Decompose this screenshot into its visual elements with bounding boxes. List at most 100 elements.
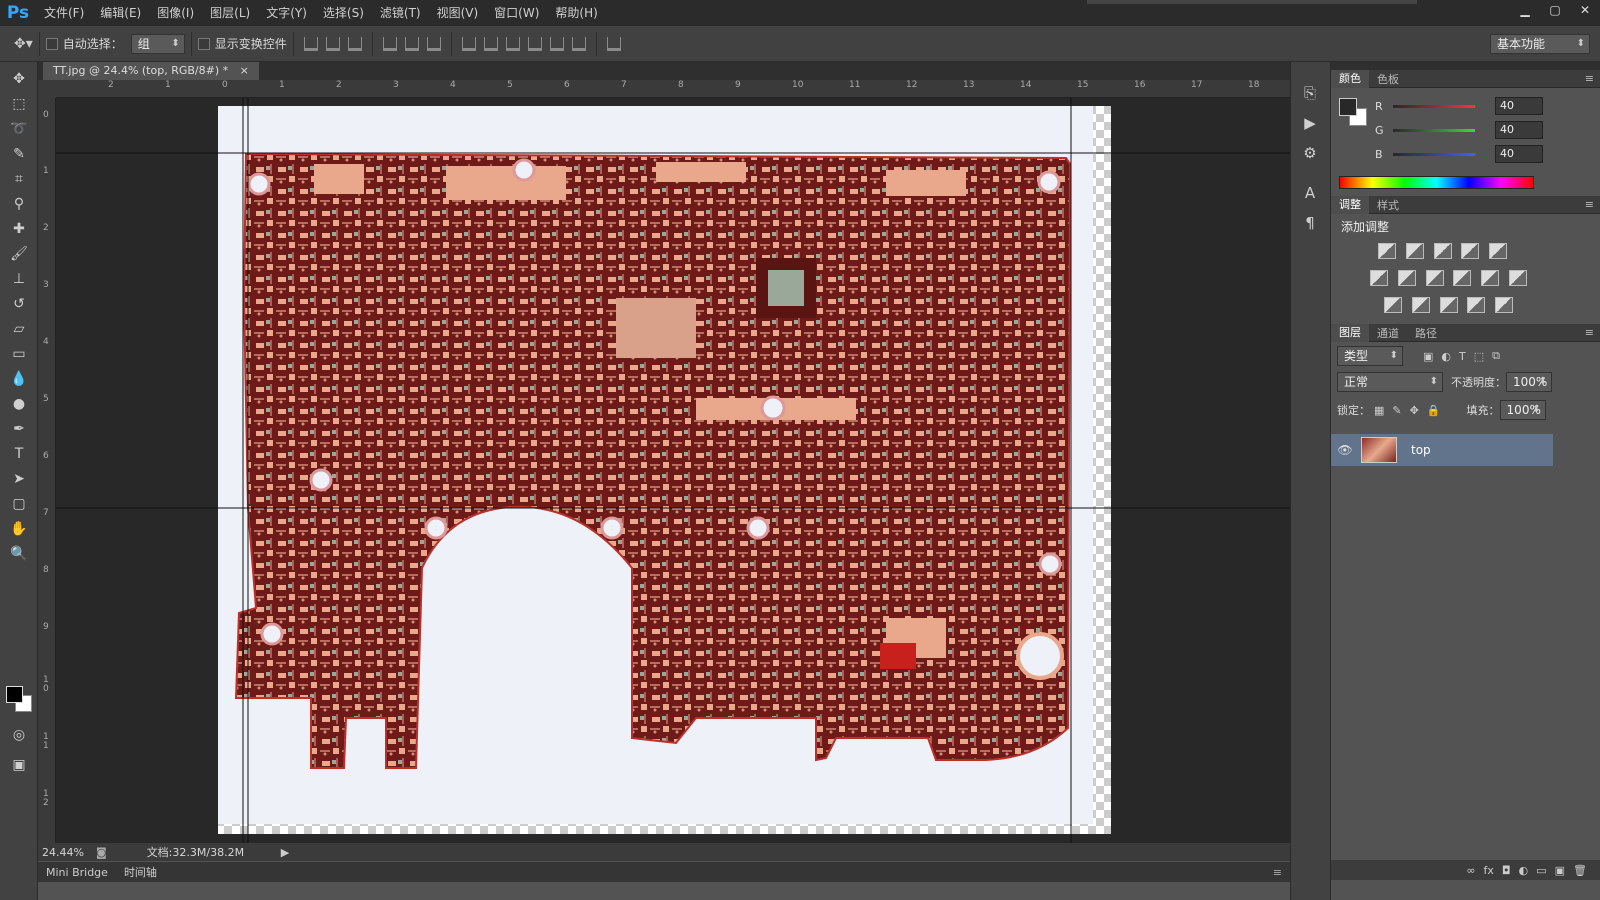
tab-swatches[interactable]: 色板 (1369, 71, 1407, 87)
align-top-icon[interactable] (303, 36, 318, 51)
delete-layer-icon[interactable]: 🗑 (1573, 864, 1587, 877)
status-info-icon[interactable]: ◙ (96, 846, 107, 859)
filter-type-icon[interactable]: T (1459, 350, 1466, 363)
color-fg-swatch[interactable] (1339, 98, 1357, 116)
visibility-eye-icon[interactable]: 👁 (1335, 443, 1355, 457)
lock-transparent-icon[interactable]: ▦ (1374, 404, 1384, 417)
photo-filter-adjustment-icon[interactable] (1453, 270, 1472, 286)
tab-mini-bridge[interactable]: Mini Bridge (38, 866, 116, 879)
quick-mask-icon[interactable]: ◎ (0, 722, 38, 747)
close-button[interactable]: ✕ (1570, 0, 1600, 20)
blend-mode-dropdown[interactable]: 正常 (1337, 372, 1443, 392)
new-layer-icon[interactable]: ▣ (1555, 864, 1565, 877)
filter-shape-icon[interactable]: ⬚ (1474, 350, 1484, 363)
history-brush-tool-icon[interactable]: ↺ (0, 291, 38, 316)
gradient-map-adjustment-icon[interactable] (1495, 297, 1514, 313)
distribute-hcenter-icon[interactable] (549, 36, 564, 51)
green-value[interactable]: 40 (1495, 121, 1543, 139)
curves-adjustment-icon[interactable] (1433, 243, 1452, 259)
tab-color[interactable]: 颜色 (1331, 69, 1369, 88)
new-group-icon[interactable]: ▭ (1536, 864, 1546, 877)
show-transform-checkbox[interactable] (197, 37, 210, 50)
fill-input[interactable]: 100% (1499, 400, 1546, 420)
properties-panel-icon[interactable]: ⚙ (1291, 138, 1329, 168)
move-tool-preset-icon[interactable]: ✥▾ (14, 36, 33, 52)
workspace-dropdown[interactable]: 基本功能 (1490, 34, 1590, 54)
document-tab[interactable]: TT.jpg @ 24.4% (top, RGB/8#) * × (43, 62, 259, 80)
filter-smart-object-icon[interactable]: ⧉ (1492, 349, 1500, 363)
panel-menu-icon[interactable]: ≡ (1585, 198, 1594, 211)
align-vcenter-icon[interactable] (325, 36, 340, 51)
align-right-icon[interactable] (426, 36, 441, 51)
tab-channels[interactable]: 通道 (1369, 325, 1407, 341)
blue-slider[interactable] (1393, 152, 1475, 156)
zoom-tool-icon[interactable]: 🔍 (0, 541, 38, 566)
auto-select-checkbox[interactable] (45, 37, 58, 50)
layer-style-icon[interactable]: fx (1484, 864, 1494, 877)
green-slider[interactable] (1393, 128, 1475, 132)
foreground-color-swatch[interactable] (6, 686, 23, 703)
invert-adjustment-icon[interactable] (1384, 297, 1402, 313)
paragraph-panel-icon[interactable]: ¶ (1291, 208, 1329, 238)
distribute-left-icon[interactable] (527, 36, 542, 51)
lasso-tool-icon[interactable]: ➰ (0, 116, 38, 141)
red-slider[interactable] (1393, 104, 1475, 108)
quick-select-tool-icon[interactable]: ✎ (0, 141, 38, 166)
red-value[interactable]: 40 (1495, 97, 1543, 115)
brightness-adjustment-icon[interactable] (1378, 243, 1396, 259)
character-panel-icon[interactable]: A (1291, 178, 1329, 208)
tab-adjustments[interactable]: 调整 (1331, 195, 1369, 214)
menu-file[interactable]: 文件(F) (36, 0, 92, 26)
threshold-adjustment-icon[interactable] (1439, 297, 1458, 313)
color-lookup-adjustment-icon[interactable] (1509, 270, 1528, 286)
path-select-tool-icon[interactable]: ➤ (0, 466, 38, 491)
restore-button[interactable]: ▢ (1540, 0, 1570, 20)
close-tab-icon[interactable]: × (240, 64, 249, 77)
posterize-adjustment-icon[interactable] (1411, 297, 1430, 313)
gradient-tool-icon[interactable]: ▭ (0, 341, 38, 366)
healing-brush-tool-icon[interactable]: ✚ (0, 216, 38, 241)
eyedropper-tool-icon[interactable]: ⚲ (0, 191, 38, 216)
selective-color-adjustment-icon[interactable] (1467, 297, 1486, 313)
menu-select[interactable]: 选择(S) (315, 0, 372, 26)
tab-styles[interactable]: 样式 (1369, 197, 1407, 213)
document-canvas[interactable] (56, 98, 1290, 843)
panel-menu-icon[interactable]: ≡ (1585, 72, 1594, 85)
hue-saturation-adjustment-icon[interactable] (1370, 270, 1388, 286)
pen-tool-icon[interactable]: ✒ (0, 416, 38, 441)
align-hcenter-icon[interactable] (404, 36, 419, 51)
blur-tool-icon[interactable]: 💧 (0, 366, 38, 391)
menu-edit[interactable]: 编辑(E) (92, 0, 149, 26)
add-mask-icon[interactable]: ◘ (1502, 864, 1511, 877)
menu-filter[interactable]: 滤镜(T) (372, 0, 429, 26)
menu-window[interactable]: 窗口(W) (486, 0, 547, 26)
tab-timeline[interactable]: 时间轴 (116, 864, 165, 880)
tab-layers[interactable]: 图层 (1331, 323, 1369, 342)
levels-adjustment-icon[interactable] (1405, 243, 1424, 259)
lock-pixels-icon[interactable]: ✎ (1392, 404, 1401, 417)
clone-stamp-tool-icon[interactable]: ⊥ (0, 266, 38, 291)
black-white-adjustment-icon[interactable] (1425, 270, 1444, 286)
color-balance-adjustment-icon[interactable] (1397, 270, 1416, 286)
history-panel-icon[interactable]: ⎘ (1291, 78, 1329, 108)
status-menu-arrow-icon[interactable]: ▶ (281, 846, 289, 859)
menu-help[interactable]: 帮助(H) (547, 0, 605, 26)
filter-pixel-icon[interactable]: ▣ (1423, 350, 1433, 363)
hand-tool-icon[interactable]: ✋ (0, 516, 38, 541)
lock-all-icon[interactable]: 🔒 (1427, 404, 1441, 417)
auto-align-icon[interactable] (606, 36, 621, 51)
menu-view[interactable]: 视图(V) (429, 0, 487, 26)
screen-mode-icon[interactable]: ▣ (0, 752, 38, 777)
eraser-tool-icon[interactable]: ▱ (0, 316, 38, 341)
channel-mixer-adjustment-icon[interactable] (1481, 270, 1500, 286)
vertical-ruler[interactable]: 0 1 2 3 4 5 6 7 8 9 1 0 1 1 1 2 (38, 98, 56, 843)
vibrance-adjustment-icon[interactable] (1489, 243, 1508, 259)
distribute-right-icon[interactable] (571, 36, 586, 51)
filter-adjustment-icon[interactable]: ◐ (1441, 350, 1451, 363)
type-tool-icon[interactable]: T (0, 441, 38, 466)
distribute-vcenter-icon[interactable] (483, 36, 498, 51)
marquee-tool-icon[interactable]: ⬚ (0, 91, 38, 116)
actions-panel-icon[interactable]: ▶ (1291, 108, 1329, 138)
color-spectrum[interactable] (1339, 176, 1534, 189)
color-swatches[interactable] (6, 686, 34, 714)
